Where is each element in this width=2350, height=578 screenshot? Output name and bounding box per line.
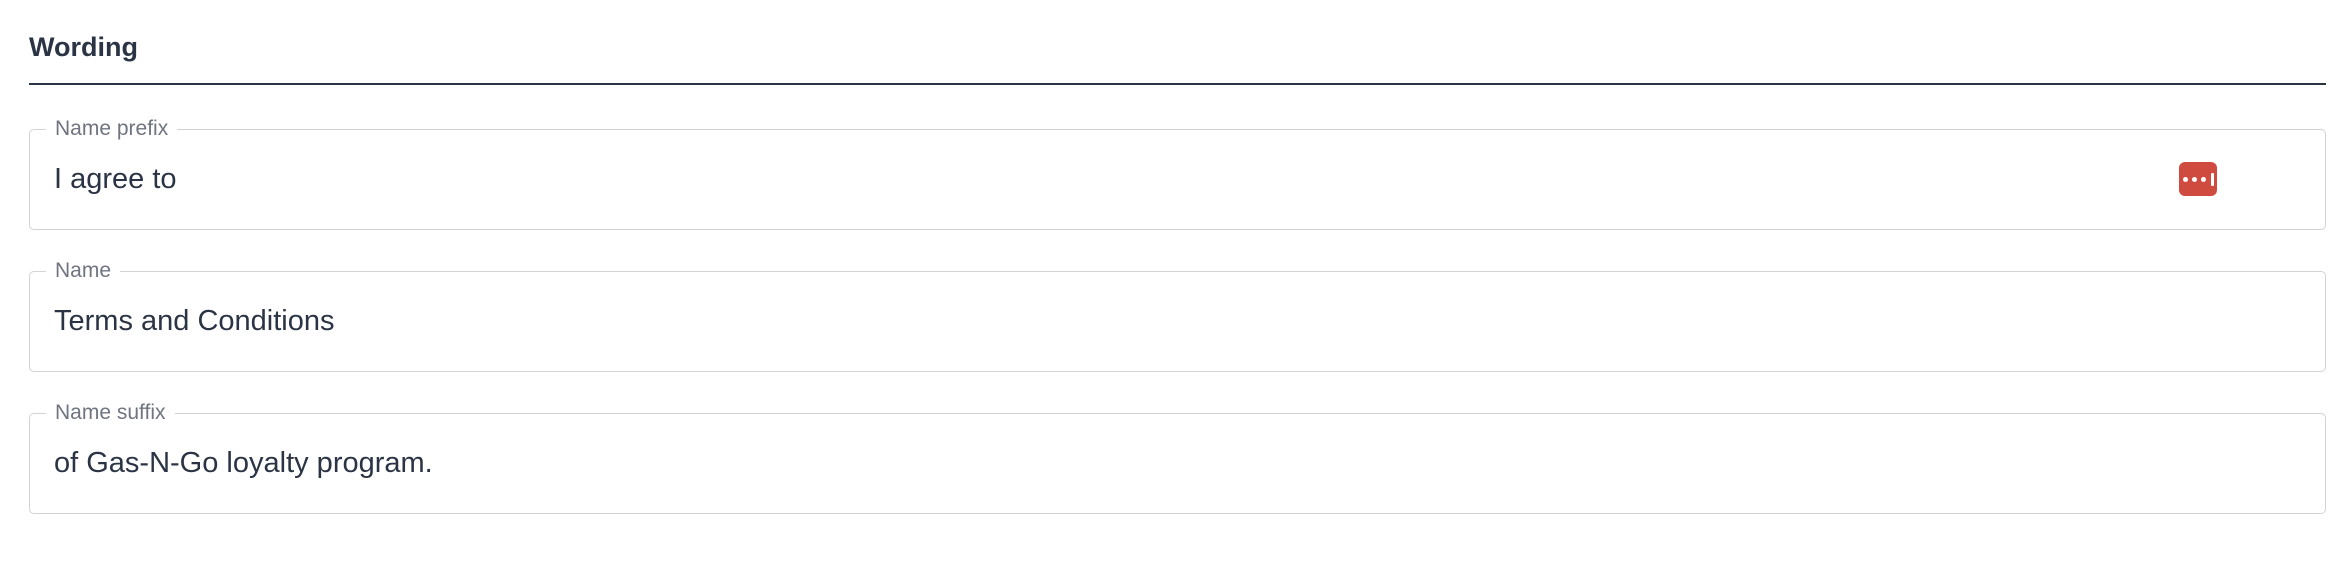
name-field: Name [29,256,2326,372]
name-prefix-input[interactable] [54,159,2154,199]
name-suffix-label: Name suffix [46,398,175,428]
name-label: Name [46,256,121,286]
section-title: Wording [29,32,138,62]
name-prefix-label: Name prefix [46,114,178,144]
name-suffix-input[interactable] [54,443,2154,483]
password-manager-icon[interactable] [2179,162,2217,196]
name-prefix-field: Name prefix [29,114,2326,230]
section-divider [29,83,2326,85]
name-suffix-field: Name suffix [29,398,2326,514]
name-input[interactable] [54,301,2154,341]
